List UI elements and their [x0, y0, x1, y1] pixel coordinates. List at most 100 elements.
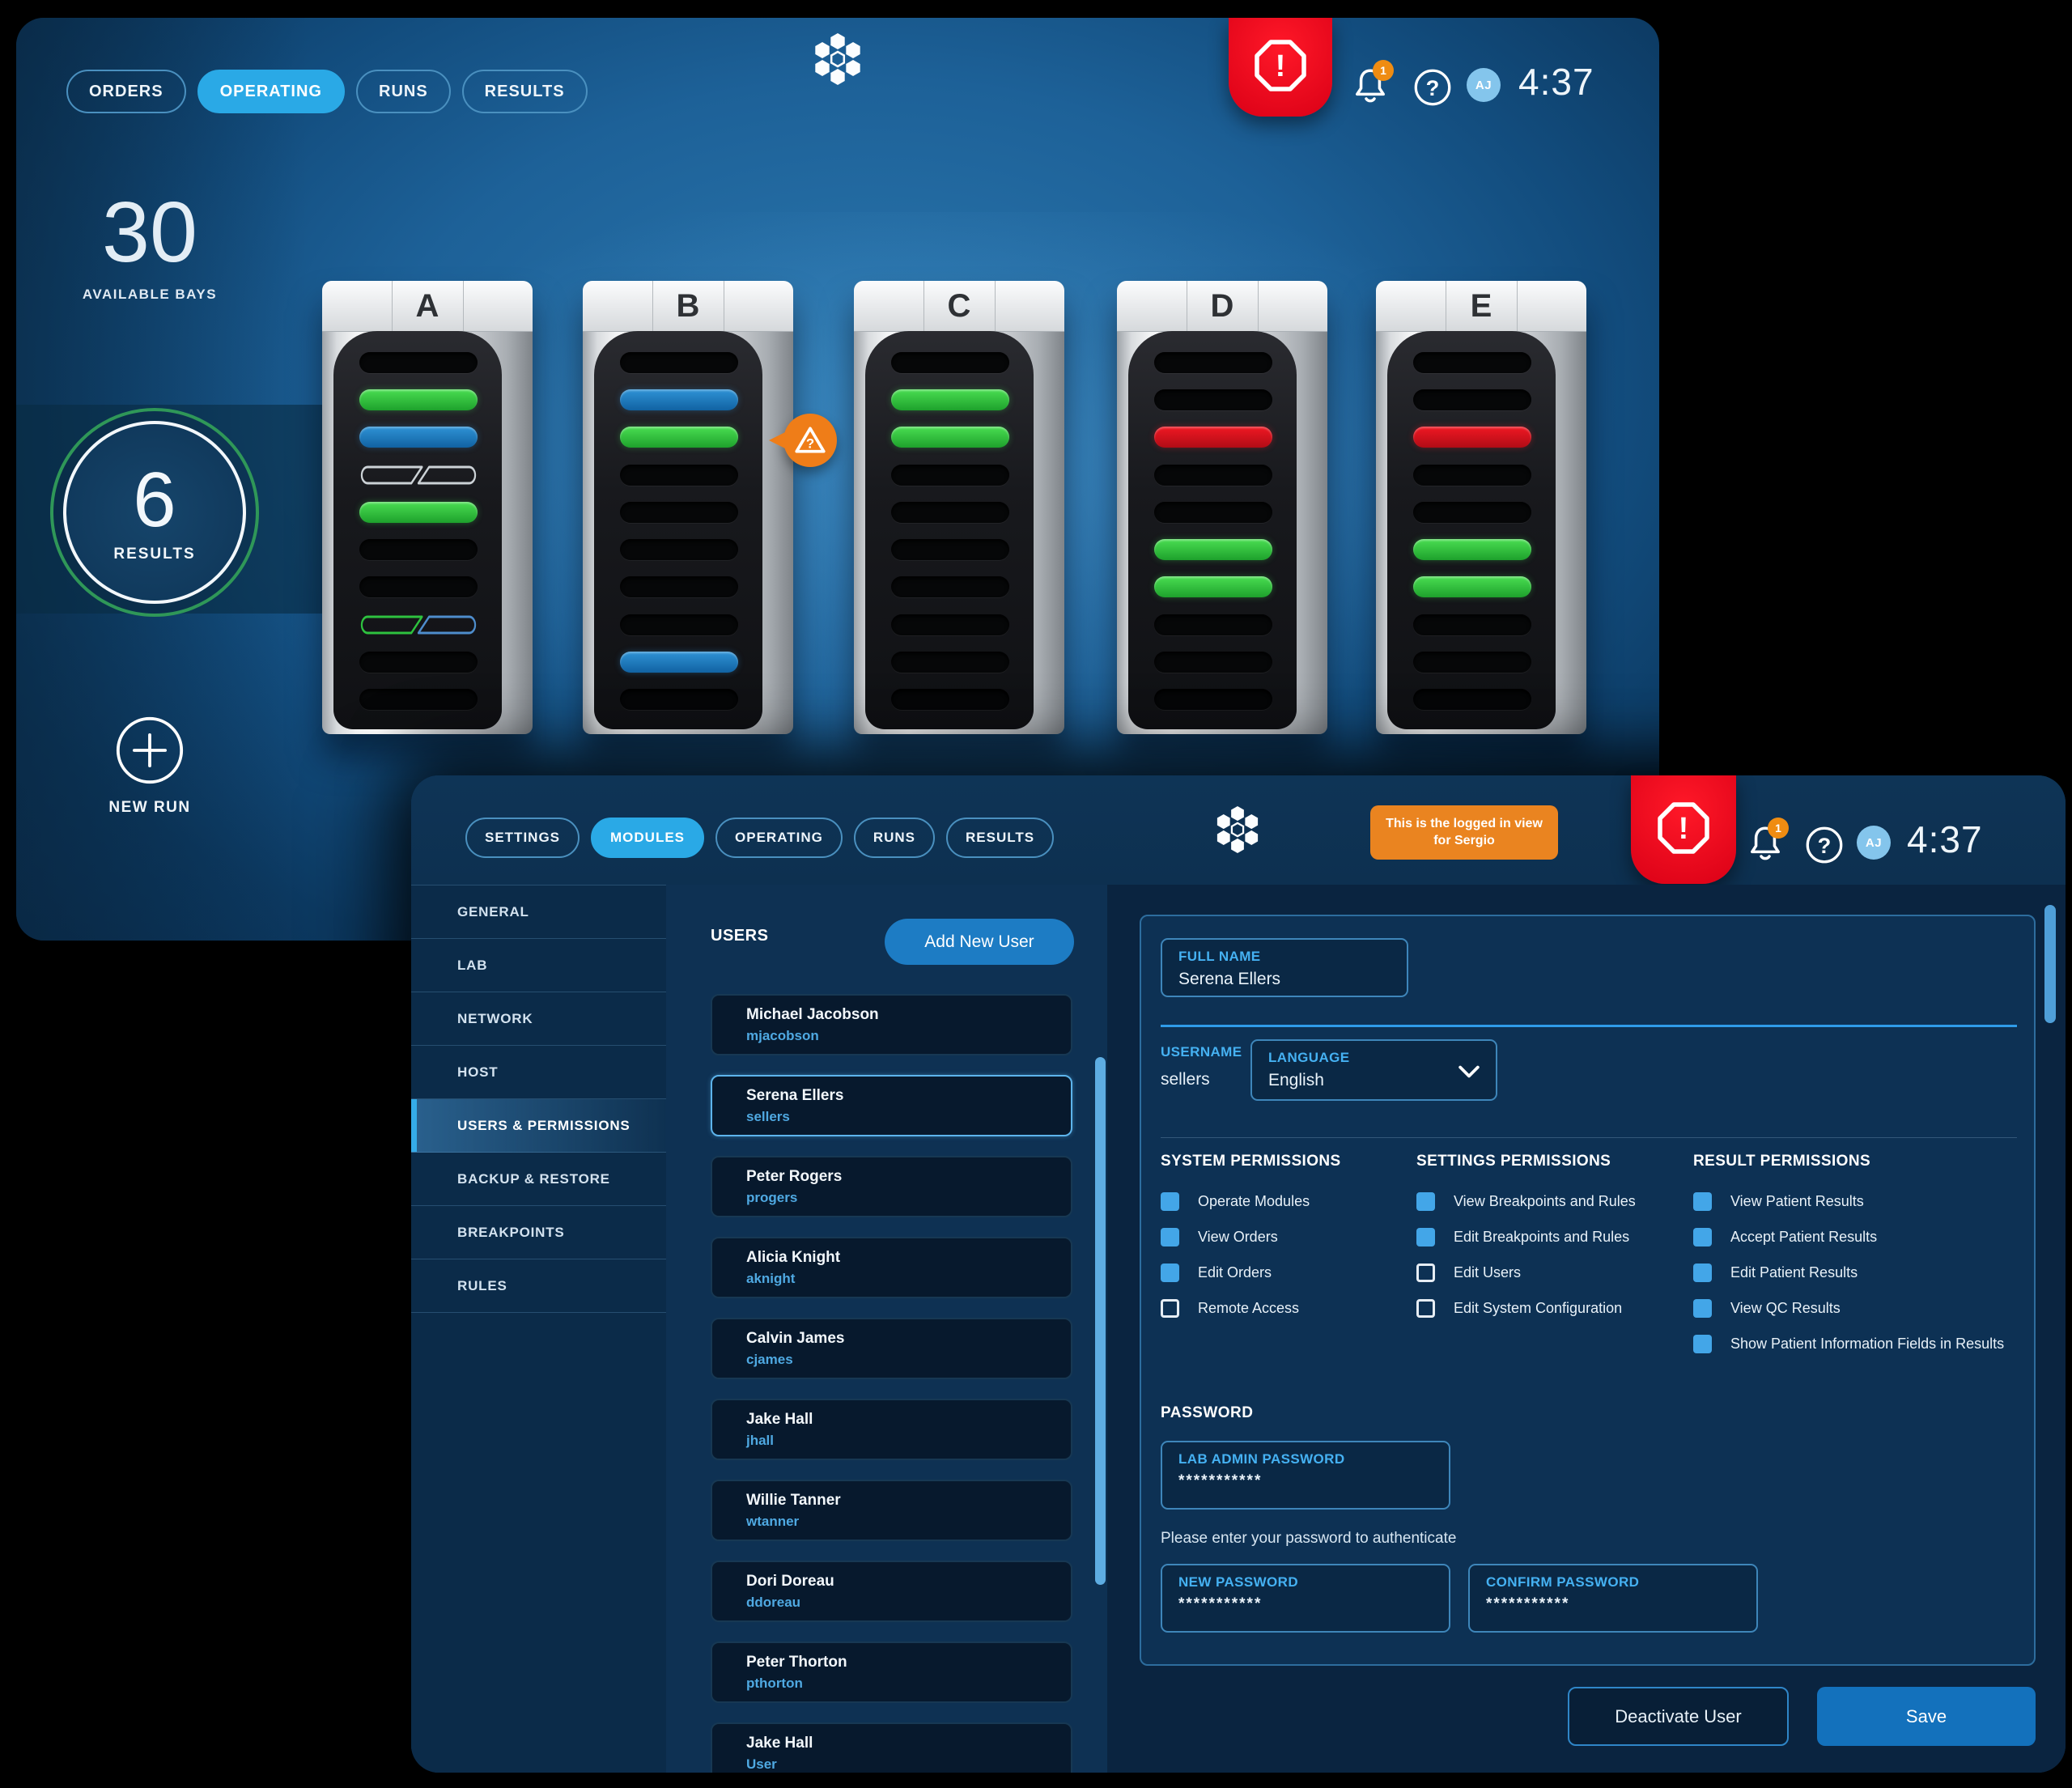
user-username: pthorton — [746, 1675, 1071, 1692]
permission-group-title: RESULT PERMISSIONS — [1693, 1153, 2033, 1170]
tower-label: A — [416, 288, 439, 325]
sidebar-item-host[interactable]: HOST — [411, 1046, 666, 1099]
alert-stop-badge[interactable]: ! — [1631, 775, 1736, 884]
sidebar-item-backup-restore[interactable]: BACKUP & RESTORE — [411, 1153, 666, 1206]
notifications-bell-icon[interactable]: 1 — [1745, 822, 1787, 868]
permission-view-breakpoints-and-rules[interactable]: View Breakpoints and Rules — [1416, 1191, 1684, 1212]
user-list-item[interactable]: Peter Rogersprogers — [711, 1156, 1072, 1217]
tower-slot-empty — [1154, 614, 1272, 635]
save-button[interactable]: Save — [1817, 1687, 2036, 1746]
checkbox-checked-icon[interactable] — [1693, 1192, 1712, 1211]
checkbox-checked-icon[interactable] — [1693, 1335, 1712, 1353]
lab-admin-password-field[interactable]: LAB ADMIN PASSWORD *********** — [1161, 1441, 1450, 1510]
checkbox-checked-icon[interactable] — [1693, 1299, 1712, 1318]
confirm-password-field[interactable]: CONFIRM PASSWORD *********** — [1468, 1564, 1758, 1633]
warning-callout[interactable]: ? — [783, 414, 837, 467]
tower-slot-empty — [620, 614, 738, 635]
checkbox-checked-icon[interactable] — [1161, 1263, 1179, 1282]
tower-header: A — [322, 281, 533, 332]
permission-edit-users[interactable]: Edit Users — [1416, 1263, 1684, 1283]
user-list-item[interactable]: Calvin Jamescjames — [711, 1318, 1072, 1379]
tower-slot-stack — [1128, 331, 1297, 729]
new-password-field[interactable]: NEW PASSWORD *********** — [1161, 1564, 1450, 1633]
tab-operating[interactable]: OPERATING — [715, 818, 843, 858]
module-tower-e[interactable]: E — [1376, 281, 1586, 734]
module-tower-c[interactable]: C — [854, 281, 1064, 734]
module-tower-d[interactable]: D — [1117, 281, 1327, 734]
sidebar-item-general[interactable]: GENERAL — [411, 885, 666, 939]
add-new-user-button[interactable]: Add New User — [885, 919, 1074, 965]
window-scrollbar[interactable] — [2044, 905, 2056, 1023]
sidebar-item-users-permissions[interactable]: USERS & PERMISSIONS — [411, 1099, 666, 1153]
sidebar-item-breakpoints[interactable]: BREAKPOINTS — [411, 1206, 666, 1259]
users-scrollbar[interactable] — [1095, 1057, 1106, 1585]
module-tower-b[interactable]: B ? — [583, 281, 793, 734]
language-label: LANGUAGE — [1268, 1050, 1496, 1066]
checkbox-checked-icon[interactable] — [1416, 1228, 1435, 1247]
checkbox-checked-icon[interactable] — [1693, 1263, 1712, 1282]
permission-remote-access[interactable]: Remote Access — [1161, 1298, 1403, 1319]
tower-slot-empty — [359, 652, 478, 673]
sidebar-item-rules[interactable]: RULES — [411, 1259, 666, 1313]
tower-slot-empty — [891, 352, 1009, 373]
tower-slot-empty — [1154, 652, 1272, 673]
checkbox-checked-icon[interactable] — [1693, 1228, 1712, 1247]
tab-results[interactable]: RESULTS — [946, 818, 1054, 858]
settings-content: GENERALLABNETWORKHOSTUSERS & PERMISSIONS… — [411, 885, 2066, 1773]
user-username: sellers — [746, 1109, 1071, 1125]
permission-accept-patient-results[interactable]: Accept Patient Results — [1693, 1227, 2033, 1247]
tower-slot-empty — [891, 614, 1009, 635]
checkbox-unchecked-icon[interactable] — [1416, 1299, 1435, 1318]
user-list-item[interactable]: Jake Halljhall — [711, 1399, 1072, 1460]
user-detail-panel: FULL NAME Serena Ellers USERNAME sellers… — [1140, 915, 2036, 1666]
permission-view-patient-results[interactable]: View Patient Results — [1693, 1191, 2033, 1212]
user-list-item[interactable]: Willie Tannerwtanner — [711, 1480, 1072, 1541]
tower-slot-empty — [1413, 689, 1531, 710]
avatar[interactable]: AJ — [1857, 826, 1891, 860]
user-list-item[interactable]: Alicia Knightaknight — [711, 1237, 1072, 1298]
user-list-item[interactable]: Peter Thortonpthorton — [711, 1641, 1072, 1703]
tower-slot-empty — [620, 539, 738, 560]
permission-label: Show Patient Information Fields in Resul… — [1730, 1336, 2004, 1353]
tower-slot-empty — [359, 576, 478, 597]
permission-view-orders[interactable]: View Orders — [1161, 1227, 1403, 1247]
help-icon[interactable]: ? — [1805, 826, 1844, 869]
checkbox-checked-icon[interactable] — [1161, 1192, 1179, 1211]
checkbox-unchecked-icon[interactable] — [1161, 1299, 1179, 1318]
permission-edit-breakpoints-and-rules[interactable]: Edit Breakpoints and Rules — [1416, 1227, 1684, 1247]
deactivate-user-button[interactable]: Deactivate User — [1568, 1687, 1789, 1746]
permission-edit-system-configuration[interactable]: Edit System Configuration — [1416, 1298, 1684, 1319]
permission-group-system-permissions: SYSTEM PERMISSIONSOperate ModulesView Or… — [1161, 1153, 1403, 1334]
language-select[interactable]: LANGUAGE English — [1250, 1039, 1497, 1101]
user-name: Peter Rogers — [746, 1168, 1071, 1186]
tower-slot-split-neutral — [359, 465, 478, 486]
permission-label: View Patient Results — [1730, 1193, 1864, 1210]
module-tower-a[interactable]: A — [322, 281, 533, 734]
permission-show-patient-information-fields-in-results[interactable]: Show Patient Information Fields in Resul… — [1693, 1334, 2033, 1354]
username-value: sellers — [1161, 1070, 1242, 1089]
user-list-item[interactable]: Jake HallUser — [711, 1722, 1072, 1773]
sidebar-item-network[interactable]: NETWORK — [411, 992, 666, 1046]
permission-view-qc-results[interactable]: View QC Results — [1693, 1298, 2033, 1319]
tower-slot-green — [891, 427, 1009, 448]
sidebar-item-lab[interactable]: LAB — [411, 939, 666, 992]
tower-slot-green — [891, 389, 1009, 410]
tower-slot-empty — [1154, 465, 1272, 486]
permission-edit-patient-results[interactable]: Edit Patient Results — [1693, 1263, 2033, 1283]
tab-runs[interactable]: RUNS — [854, 818, 935, 858]
users-title: USERS — [711, 927, 768, 945]
checkbox-checked-icon[interactable] — [1416, 1192, 1435, 1211]
checkbox-checked-icon[interactable] — [1161, 1228, 1179, 1247]
checkbox-unchecked-icon[interactable] — [1416, 1263, 1435, 1282]
tower-slot-green — [620, 427, 738, 448]
tab-settings[interactable]: SETTINGS — [465, 818, 580, 858]
tower-slot-empty — [359, 689, 478, 710]
users-panel: USERS Add New User Michael Jacobsonmjaco… — [666, 885, 1107, 1773]
permission-operate-modules[interactable]: Operate Modules — [1161, 1191, 1403, 1212]
user-list-item[interactable]: Michael Jacobsonmjacobson — [711, 994, 1072, 1055]
user-list-item[interactable]: Serena Ellerssellers — [711, 1075, 1072, 1136]
full-name-field[interactable]: FULL NAME Serena Ellers — [1161, 938, 1408, 997]
permission-edit-orders[interactable]: Edit Orders — [1161, 1263, 1403, 1283]
tab-modules[interactable]: MODULES — [591, 818, 704, 858]
user-list-item[interactable]: Dori Doreauddoreau — [711, 1561, 1072, 1622]
